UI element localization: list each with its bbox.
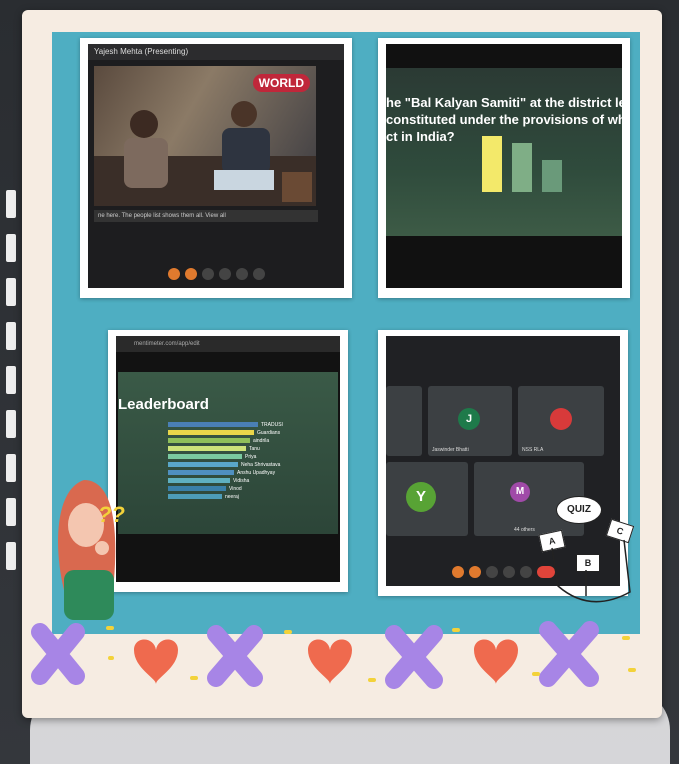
- leaderboard-row: aindrila: [168, 438, 269, 444]
- answer-bar: [542, 160, 562, 192]
- leaderboard-bar: [168, 454, 242, 460]
- question-line-2: constituted under the provisions of wh: [386, 112, 622, 127]
- presenter-title: Yajesh Mehta (Presenting): [88, 44, 344, 60]
- leaderboard-name: Tanu: [249, 446, 260, 452]
- leaderboard-name: Guardians: [257, 430, 281, 436]
- participant-avatar: J: [458, 408, 480, 430]
- leaderboard-row: Anshu Upadhyay: [168, 470, 275, 476]
- participant-tile: [386, 386, 422, 456]
- leaderboard-name: TRADUSI: [261, 422, 283, 428]
- participant-avatar: [550, 408, 572, 430]
- participant-name: NSS RLA: [522, 447, 544, 453]
- browser-url-bar[interactable]: mentimeter.com/app/edit: [116, 336, 340, 352]
- captions-icon[interactable]: [201, 268, 214, 280]
- answer-bar: [482, 136, 502, 192]
- leaderboard-row: Vidisha: [168, 478, 249, 484]
- share-icon[interactable]: [502, 566, 515, 578]
- purple-x-icon: [207, 625, 263, 687]
- leaderboard-name: Neha Shrivastava: [241, 462, 281, 468]
- leaderboard-bar: [168, 486, 226, 492]
- leaderboard-name: neeraj: [225, 494, 239, 500]
- leaderboard-name: Vidisha: [233, 478, 250, 484]
- bottom-decoration: [31, 621, 636, 689]
- question-text: he "Bal Kalyan Samiti" at the district l…: [386, 94, 622, 145]
- leaderboard-name: Vinod: [229, 486, 242, 492]
- question-slide: he "Bal Kalyan Samiti" at the district l…: [386, 68, 622, 236]
- leaderboard-name: Anshu Upadhyay: [237, 470, 276, 476]
- participant-avatar: Y: [406, 482, 436, 512]
- hand-icon[interactable]: [235, 268, 248, 280]
- leaderboard-title: Leaderboard: [118, 396, 209, 413]
- leaderboard-bar: [168, 430, 254, 436]
- leaderboard-name: aindrila: [253, 438, 270, 444]
- question-line-1: he "Bal Kalyan Samiti" at the district l…: [386, 95, 622, 110]
- more-icon[interactable]: [252, 268, 265, 280]
- leaderboard-bar: [168, 494, 222, 500]
- leaderboard-bar: [168, 462, 238, 468]
- meeting-controls: [88, 260, 344, 288]
- captions-icon[interactable]: [485, 566, 498, 578]
- answer-bar: [512, 143, 532, 192]
- quiz-sticker: QUIZ A B C: [538, 496, 646, 616]
- screenshot-leaderboard: mentimeter.com/app/edit Leaderboard TRAD…: [108, 330, 348, 592]
- camera-icon[interactable]: [184, 268, 197, 280]
- leaderboard-row: Vinod: [168, 486, 242, 492]
- share-icon[interactable]: [218, 268, 231, 280]
- leaderboard-bar: [168, 446, 246, 452]
- leaderboard-row: TRADUSI: [168, 422, 283, 428]
- question-marks-sticker: ??: [98, 502, 125, 527]
- quiz-arms-illustration: [551, 539, 631, 603]
- participant-tile: J Jaswinder Bhatti: [428, 386, 512, 456]
- leaderboard-row: neeraj: [168, 494, 239, 500]
- chat-caption: ne here. The people list shows them all.…: [94, 210, 318, 222]
- mic-icon[interactable]: [451, 566, 464, 578]
- photo-frame: Yajesh Mehta (Presenting) WORLD ne here.…: [22, 10, 662, 718]
- heart-icon: [308, 639, 352, 684]
- side-decoration: [6, 190, 22, 586]
- leaderboard-bar: [168, 438, 250, 444]
- leaderboard-row: Priya: [168, 454, 256, 460]
- leaderboard-row: Tanu: [168, 446, 260, 452]
- participant-name: Jaswinder Bhatti: [432, 447, 469, 453]
- participant-tile: Y: [386, 462, 468, 536]
- leaderboard-bar: [168, 470, 234, 476]
- leaderboard-bar: [168, 478, 230, 484]
- people-illustration: [94, 101, 316, 206]
- heart-icon: [474, 639, 518, 684]
- leaderboard-row: Neha Shrivastava: [168, 462, 280, 468]
- purple-x-icon: [539, 621, 599, 687]
- question-line-3: ct in India?: [386, 129, 455, 144]
- leaderboard-name: Priya: [245, 454, 257, 460]
- hand-icon[interactable]: [519, 566, 532, 578]
- leaderboard-row: Guardians: [168, 430, 280, 436]
- leaderboard-bar: [168, 422, 258, 428]
- thinking-girl-sticker: [58, 480, 116, 620]
- purple-x-icon: [31, 623, 85, 685]
- camera-icon[interactable]: [468, 566, 481, 578]
- video-feed: WORLD: [94, 66, 316, 206]
- participant-avatar: M: [510, 482, 530, 502]
- heart-icon: [134, 639, 178, 684]
- participant-name: 44 others: [514, 527, 535, 533]
- participant-tile: NSS RLA: [518, 386, 604, 456]
- purple-x-icon: [385, 625, 443, 689]
- mic-icon[interactable]: [167, 268, 180, 280]
- screenshot-quiz-question: he "Bal Kalyan Samiti" at the district l…: [378, 38, 630, 298]
- screenshot-video-call: Yajesh Mehta (Presenting) WORLD ne here.…: [80, 38, 352, 298]
